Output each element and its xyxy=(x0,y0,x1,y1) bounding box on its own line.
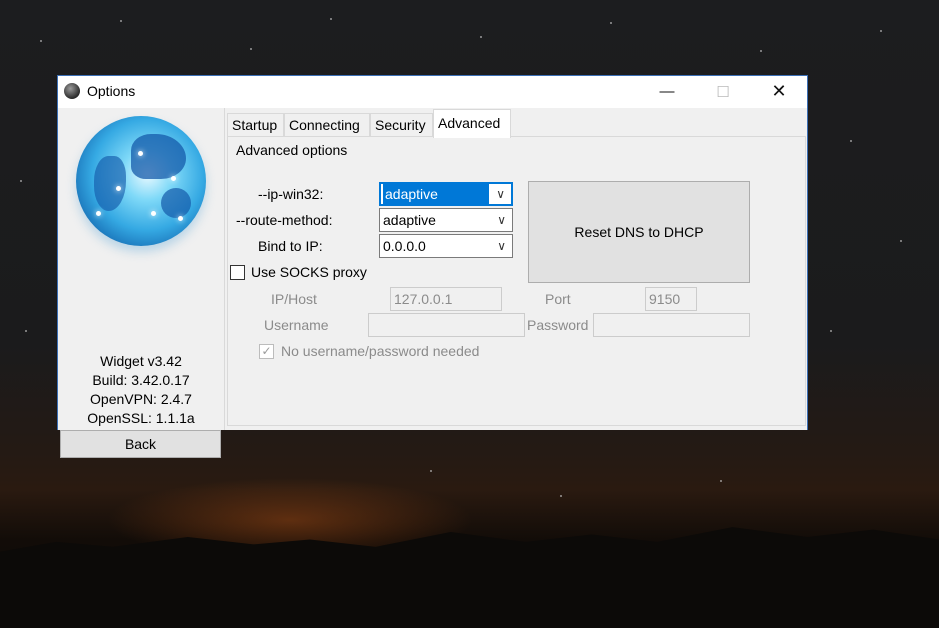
close-icon: ✕ xyxy=(771,81,787,101)
openvpn-version: OpenVPN: 2.4.7 xyxy=(90,391,192,407)
ip-win32-select[interactable]: adaptive ∨ xyxy=(379,182,513,206)
ip-host-label: IP/Host xyxy=(271,291,317,307)
mountain-silhouette xyxy=(0,527,939,628)
bind-ip-select[interactable]: 0.0.0.0 ∨ xyxy=(379,234,513,258)
port-field[interactable]: 9150 xyxy=(645,287,697,311)
close-button[interactable]: ✕ xyxy=(756,76,802,107)
maximize-button[interactable]: ☐ xyxy=(700,76,746,107)
widget-version: Widget v3.42 xyxy=(100,353,182,369)
advanced-panel: Advanced options --ip-win32: adaptive ∨ … xyxy=(227,136,806,426)
sidebar: Widget v3.42 Build: 3.42.0.17 OpenVPN: 2… xyxy=(58,108,224,458)
bind-ip-value: 0.0.0.0 xyxy=(383,238,426,254)
window-title: Options xyxy=(87,83,136,99)
tab-startup[interactable]: Startup xyxy=(227,113,284,137)
star xyxy=(850,140,852,142)
star xyxy=(25,330,27,332)
title-bar[interactable]: Options — ☐ ✕ xyxy=(58,76,807,108)
no-auth-checkbox[interactable]: ✓ xyxy=(259,344,274,359)
route-method-select[interactable]: adaptive ∨ xyxy=(379,208,513,232)
star xyxy=(900,240,902,242)
options-window: Options — ☐ ✕ Widget v3.42 Build: 3.42.0… xyxy=(57,75,808,458)
tab-advanced[interactable]: Advanced xyxy=(433,109,511,138)
star xyxy=(830,330,832,332)
ip-host-field[interactable]: 127.0.0.1 xyxy=(390,287,502,311)
star xyxy=(20,180,22,182)
ip-win32-value: adaptive xyxy=(383,184,489,204)
star xyxy=(250,48,252,50)
tab-security[interactable]: Security xyxy=(370,113,433,137)
bind-ip-label: Bind to IP: xyxy=(258,238,323,254)
ip-win32-label: --ip-win32: xyxy=(258,186,324,202)
globe-app-icon xyxy=(64,83,80,99)
reset-dns-button[interactable]: Reset DNS to DHCP xyxy=(528,181,750,283)
username-field[interactable] xyxy=(368,313,525,337)
star xyxy=(610,22,612,24)
openssl-version: OpenSSL: 1.1.1a xyxy=(87,410,195,426)
star xyxy=(760,50,762,52)
globe-logo xyxy=(76,116,206,246)
section-heading: Advanced options xyxy=(236,142,348,158)
build-number: Build: 3.42.0.17 xyxy=(92,372,190,388)
port-label: Port xyxy=(545,291,571,307)
star xyxy=(430,470,432,472)
star xyxy=(480,36,482,38)
star xyxy=(120,20,122,22)
password-label: Password xyxy=(527,317,589,333)
password-field[interactable] xyxy=(593,313,750,337)
minimize-button[interactable]: — xyxy=(644,76,690,107)
use-socks-checkbox[interactable] xyxy=(230,265,245,280)
star xyxy=(720,480,722,482)
username-label: Username xyxy=(264,317,329,333)
settings-area: Startup Connecting Security Advanced Adv… xyxy=(224,108,807,430)
star xyxy=(880,30,882,32)
chevron-down-icon: ∨ xyxy=(496,187,505,201)
star xyxy=(330,18,332,20)
star xyxy=(560,495,562,497)
tab-connecting[interactable]: Connecting xyxy=(284,113,370,137)
chevron-down-icon: ∨ xyxy=(497,213,506,227)
use-socks-label: Use SOCKS proxy xyxy=(251,264,367,280)
check-icon: ✓ xyxy=(261,344,272,358)
route-method-value: adaptive xyxy=(383,212,436,228)
route-method-label: --route-method: xyxy=(236,212,333,228)
no-auth-label: No username/password needed xyxy=(281,343,480,359)
minimize-icon: — xyxy=(659,83,675,100)
maximize-icon: ☐ xyxy=(716,83,730,101)
back-button[interactable]: Back xyxy=(60,430,221,458)
star xyxy=(40,40,42,42)
chevron-down-icon: ∨ xyxy=(497,239,506,253)
